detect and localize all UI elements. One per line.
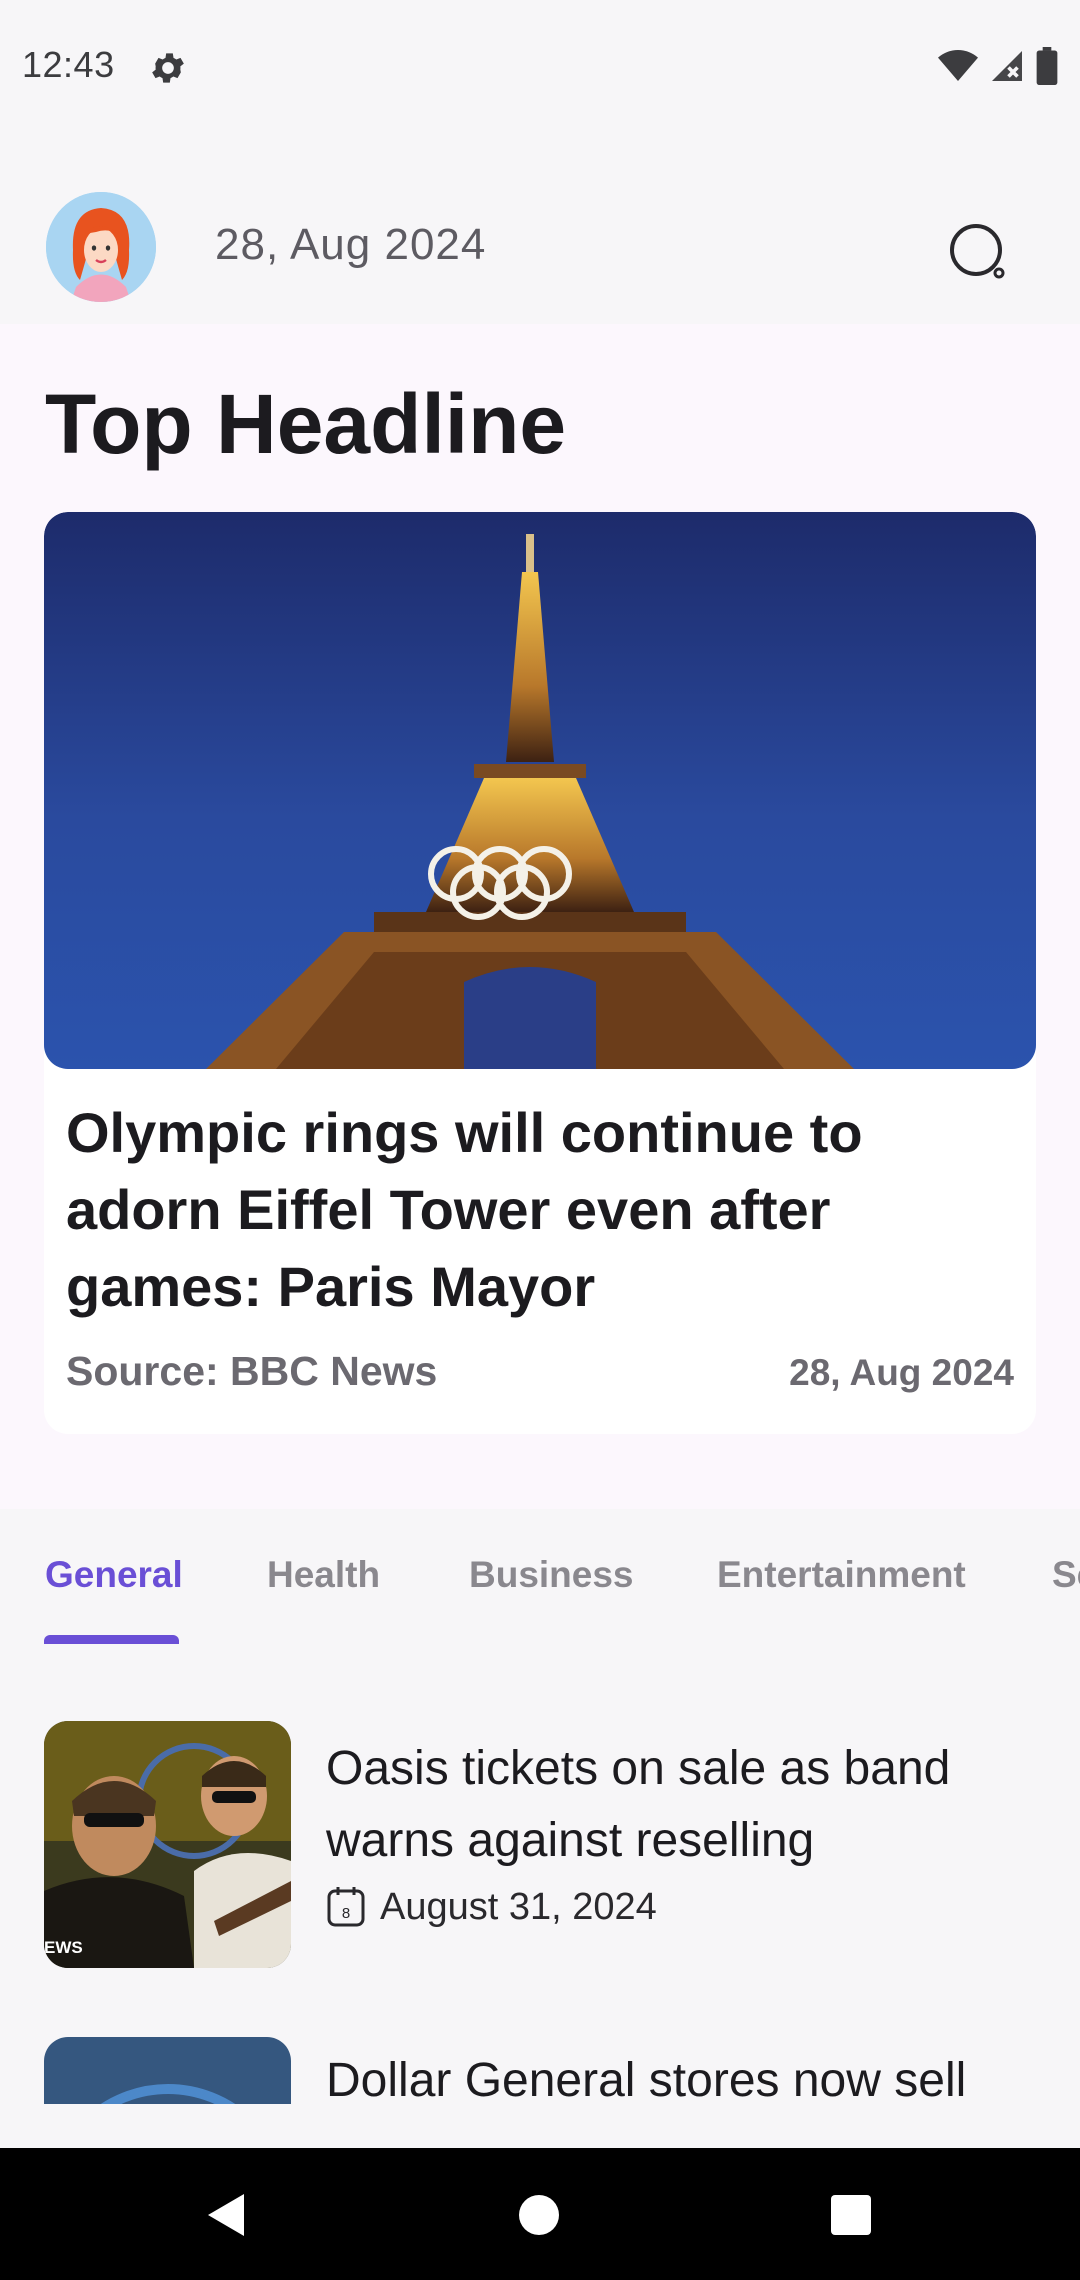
tab-entertainment[interactable]: Entertainment (717, 1554, 966, 1596)
wifi-icon (938, 50, 978, 81)
battery-icon (1036, 47, 1058, 85)
headline-date: 28, Aug 2024 (789, 1352, 1014, 1393)
calendar-icon: 8 (327, 1887, 365, 1927)
tab-business[interactable]: Business (469, 1554, 634, 1596)
calendar-icon-day: 8 (342, 1905, 350, 1922)
tab-general[interactable]: General (45, 1554, 183, 1596)
status-time: 12:43 (22, 44, 115, 85)
headline-image (44, 512, 1036, 1069)
category-tabs: General Health Business Entertainment Sc (0, 1509, 1080, 1647)
recents-icon[interactable] (824, 2188, 878, 2242)
gear-icon (152, 53, 184, 83)
dollar-general-photo (44, 2037, 291, 2104)
status-icons (938, 46, 1058, 86)
header-date: 28, Aug 2024 (215, 220, 487, 269)
article-title: Oasis tickets on sale as band warns agai… (326, 1742, 951, 1867)
eiffel-tower-illustration (206, 534, 854, 1069)
oasis-photo: EWS (44, 1721, 291, 1968)
article-meta: 8 August 31, 2024 (326, 1885, 657, 1929)
tab-indicator (44, 1635, 179, 1644)
tab-sports[interactable]: Sc (1052, 1554, 1080, 1596)
article-thumbnail (44, 2037, 291, 2104)
home-icon[interactable] (512, 2188, 566, 2242)
headline-source: Source: BBC News (66, 1348, 438, 1394)
list-item[interactable]: EWS Oasis tickets on sale as band warns … (44, 1721, 1044, 1971)
headline-card[interactable]: Olympic rings will continue to adorn Eif… (44, 512, 1036, 1434)
app-header: 28, Aug 2024 (0, 132, 1080, 324)
headline-title: Olympic rings will continue to adorn Eif… (66, 1101, 863, 1318)
back-icon[interactable] (200, 2188, 254, 2242)
article-thumbnail: EWS (44, 1721, 291, 1968)
article-list: EWS Oasis tickets on sale as band warns … (0, 1644, 1080, 2104)
system-nav-bar (0, 2148, 1080, 2280)
avatar-illustration (46, 192, 156, 302)
list-item[interactable]: Dollar General stores now sell (44, 2037, 1044, 2104)
signal-icon (992, 51, 1022, 81)
top-headline-section: Top Headline Olympic rings will continue… (0, 324, 1080, 1509)
section-title: Top Headline (45, 377, 567, 471)
article-date: August 31, 2024 (380, 1885, 657, 1928)
search-icon[interactable] (944, 218, 1012, 286)
avatar[interactable] (46, 192, 156, 302)
tab-health[interactable]: Health (267, 1554, 380, 1596)
article-title: Dollar General stores now sell (326, 2054, 967, 2104)
status-bar: 12:43 (0, 0, 1080, 132)
thumb-overlay-text: EWS (44, 1938, 83, 1957)
